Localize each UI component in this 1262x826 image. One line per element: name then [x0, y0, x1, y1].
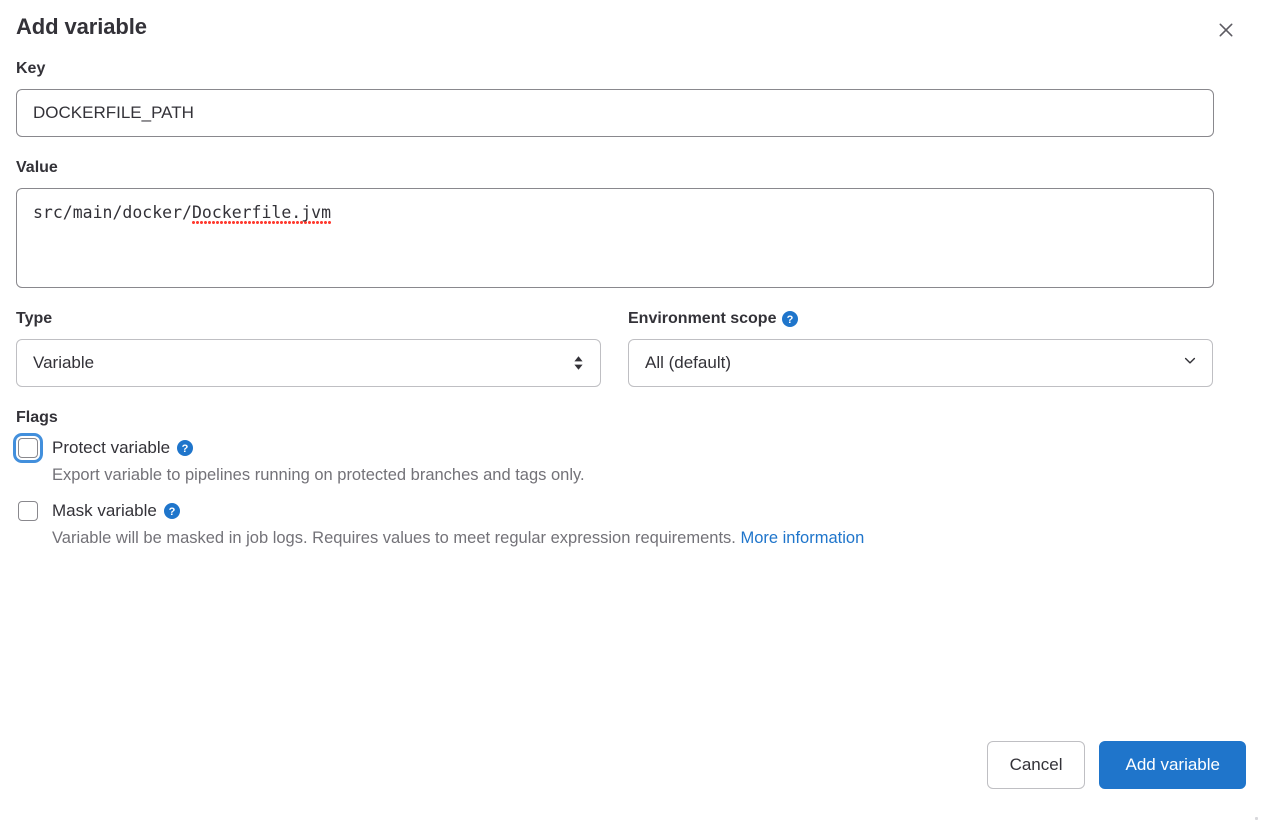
flags-section: Flags Protect variable ?	[16, 407, 1214, 551]
flag-protect-row: Protect variable ?	[16, 435, 1214, 461]
protect-variable-checkbox-wrap	[16, 435, 52, 461]
svg-text:?: ?	[787, 314, 794, 326]
add-variable-modal: Add variable Key Value src/main/docker/D…	[0, 0, 1262, 826]
environment-scope-label-row: Environment scope ?	[628, 308, 1213, 330]
mask-variable-checkbox[interactable]	[18, 501, 38, 521]
protect-variable-label[interactable]: Protect variable	[52, 436, 170, 460]
value-text-plain: src/main/docker/	[33, 203, 192, 222]
svg-text:?: ?	[169, 506, 176, 518]
environment-scope-dropdown[interactable]: All (default)	[628, 339, 1213, 387]
environment-scope-value: All (default)	[645, 353, 731, 373]
modal-body: Key Value src/main/docker/Dockerfile.jvm…	[16, 58, 1214, 561]
type-select[interactable]: Variable	[16, 339, 601, 387]
flag-mask-row: Mask variable ?	[16, 498, 1214, 524]
key-field-group: Key	[16, 58, 1214, 137]
value-textarea[interactable]: src/main/docker/Dockerfile.jvm	[16, 188, 1214, 288]
key-input[interactable]	[16, 89, 1214, 137]
mask-variable-label[interactable]: Mask variable	[52, 499, 157, 523]
close-button[interactable]	[1210, 14, 1242, 46]
type-select-value: Variable	[33, 353, 94, 373]
chevron-down-icon	[1182, 353, 1198, 374]
type-and-scope-row: Type Variable Environment scope	[16, 308, 1214, 387]
type-field-group: Type Variable	[16, 308, 601, 387]
protect-variable-description: Export variable to pipelines running on …	[52, 462, 1112, 488]
cancel-button[interactable]: Cancel	[987, 741, 1086, 789]
resize-corner-dot	[1255, 817, 1258, 820]
page-title: Add variable	[16, 12, 1246, 42]
protect-variable-label-row: Protect variable ?	[52, 435, 193, 461]
value-field-group: Value src/main/docker/Dockerfile.jvm	[16, 157, 1214, 288]
modal-header: Add variable	[16, 12, 1246, 48]
mask-variable-description: Variable will be masked in job logs. Req…	[52, 525, 1112, 551]
environment-scope-field-group: Environment scope ? All (default)	[628, 308, 1213, 387]
type-label: Type	[16, 308, 601, 330]
question-circle-icon[interactable]: ?	[164, 503, 180, 519]
modal-footer: Cancel Add variable	[987, 741, 1246, 789]
mask-variable-checkbox-wrap	[16, 498, 52, 524]
value-label: Value	[16, 157, 1214, 179]
mask-variable-description-text: Variable will be masked in job logs. Req…	[52, 529, 740, 547]
key-label: Key	[16, 58, 1214, 80]
mask-variable-label-row: Mask variable ?	[52, 498, 180, 524]
add-variable-button[interactable]: Add variable	[1099, 741, 1246, 789]
value-text-misspelled: Dockerfile.jvm	[192, 203, 331, 225]
question-circle-icon[interactable]: ?	[782, 311, 798, 327]
svg-text:?: ?	[182, 443, 189, 455]
protect-variable-checkbox[interactable]	[18, 438, 38, 458]
more-information-link[interactable]: More information	[740, 529, 864, 547]
environment-scope-label: Environment scope	[628, 308, 776, 330]
close-icon	[1217, 21, 1235, 39]
flag-protect-variable: Protect variable ? Export variable to pi…	[16, 435, 1214, 488]
flags-title: Flags	[16, 407, 1214, 429]
question-circle-icon[interactable]: ?	[177, 440, 193, 456]
sort-arrows-icon	[573, 355, 584, 371]
flag-mask-variable: Mask variable ? Variable will be masked …	[16, 498, 1214, 551]
